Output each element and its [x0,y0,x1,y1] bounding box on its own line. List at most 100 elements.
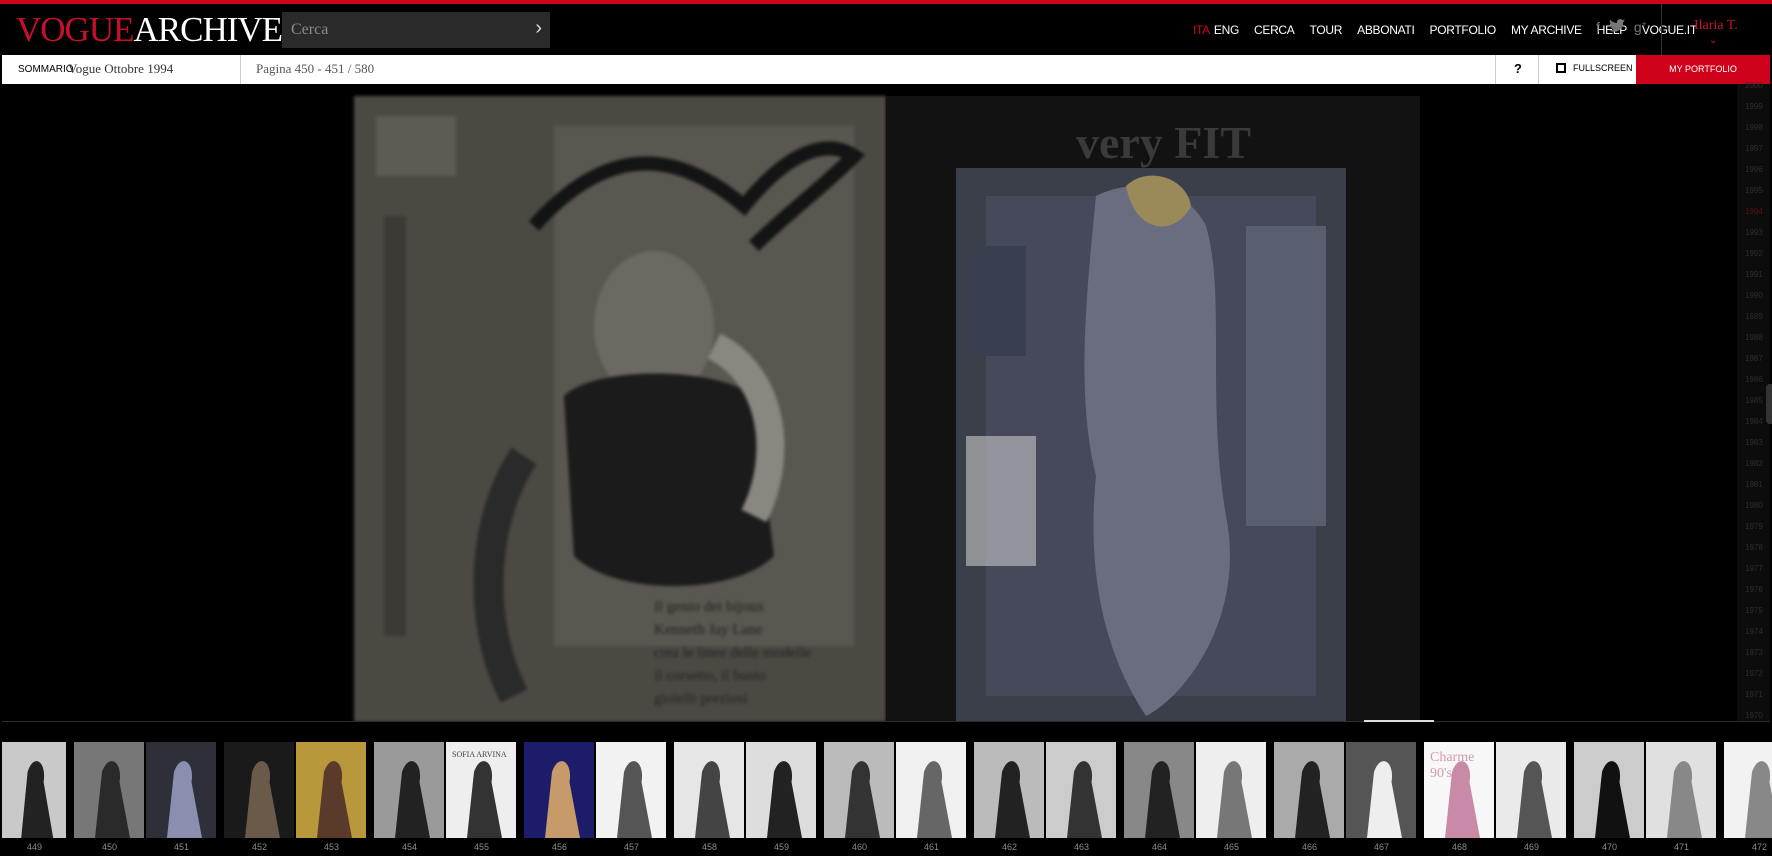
thumbnail-page-471[interactable] [1646,742,1716,838]
page-450[interactable]: Il genio dei bijoux Kenneth Jay Lane cre… [354,96,886,722]
year-1974[interactable]: 1974 [1745,627,1763,636]
thumbnail-label: 461 [924,842,940,852]
year-1990[interactable]: 1990 [1745,291,1763,300]
thumbnail-page-467[interactable] [1346,742,1416,838]
thumbnail-label: 456 [552,842,568,852]
thumbnail-page-451[interactable] [146,742,216,838]
year-1992[interactable]: 1992 [1745,249,1763,258]
thumbnail-page-454[interactable] [374,742,444,838]
thumbnail-page-465[interactable] [1196,742,1266,838]
nav-cerca[interactable]: CERCA [1254,23,1295,37]
year-1978[interactable]: 1978 [1745,543,1763,552]
thumbnail-page-449[interactable] [2,742,66,838]
page-451[interactable]: very FIT [886,96,1420,722]
thumbnail-page-456[interactable] [524,742,594,838]
year-1997[interactable]: 1997 [1745,144,1763,153]
thumbnail-image [1595,761,1630,838]
year-1998[interactable]: 1998 [1745,123,1763,132]
google-plus-icon[interactable]: g+ [1634,19,1646,35]
year-1973[interactable]: 1973 [1745,648,1763,657]
year-1970[interactable]: 1970 [1745,711,1763,720]
year-1987[interactable]: 1987 [1745,354,1763,363]
year-1980[interactable]: 1980 [1745,501,1763,510]
year-1972[interactable]: 1972 [1745,669,1763,678]
nav-tour[interactable]: TOUR [1310,23,1343,37]
header-divider [1661,4,1662,55]
caption-line: Il genio dei bijoux [654,599,765,615]
thumbnail-text: Charme 90's [1430,750,1475,781]
year-1991[interactable]: 1991 [1745,270,1763,279]
year-1985[interactable]: 1985 [1745,396,1763,405]
thumbnail-image [245,761,280,838]
social-links: f g+ [1596,19,1646,35]
thumbnail-label: 453 [324,842,340,852]
year-1989[interactable]: 1989 [1745,312,1763,321]
help-button[interactable]: ? [1514,61,1522,76]
year-1976[interactable]: 1976 [1745,585,1763,594]
search-submit-icon[interactable]: › [535,17,542,40]
thumbnail-label: 450 [102,842,118,852]
thumbnail-label: 454 [402,842,418,852]
thumbnail-page-460[interactable] [824,742,894,838]
thumbnail-page-466[interactable] [1274,742,1344,838]
sommario-button[interactable]: SOMMARIO [18,64,74,75]
year-1988[interactable]: 1988 [1745,333,1763,342]
thumbnail-page-472[interactable] [1724,742,1772,838]
year-1981[interactable]: 1981 [1745,480,1763,489]
thumbnail-image [1217,761,1252,838]
my-portfolio-button[interactable]: MY PORTFOLIO [1636,55,1770,84]
year-1995[interactable]: 1995 [1745,186,1763,195]
nav-eng[interactable]: ENG [1214,23,1239,37]
search-box[interactable]: Cerca › [282,12,550,48]
year-2000[interactable]: 2000 [1745,81,1763,90]
caption-line: il corsetto, il busto [654,668,766,684]
facebook-icon[interactable]: f [1596,19,1600,35]
thumbnail-page-469[interactable] [1496,742,1566,838]
thumbnail-page-455[interactable]: SOFIA ARVINA [446,742,516,838]
thumbnail-page-457[interactable] [596,742,666,838]
vogue-archive-logo[interactable]: VOGUEARCHIVE [16,10,283,50]
lang-ita[interactable]: ITA [1193,23,1210,37]
thumbnail-page-453[interactable] [296,742,366,838]
thumbnail-page-468[interactable]: Charme 90's [1424,742,1494,838]
thumbnail-page-464[interactable] [1124,742,1194,838]
thumbnail-page-470[interactable] [1574,742,1644,838]
thumbnail-image [695,761,730,838]
year-1977[interactable]: 1977 [1745,564,1763,573]
side-panel-tab[interactable] [1766,384,1772,424]
thumbnail-label: 457 [624,842,640,852]
chevron-down-icon[interactable]: ⌄ [1709,35,1717,46]
year-1971[interactable]: 1971 [1745,690,1763,699]
year-1996[interactable]: 1996 [1745,165,1763,174]
nav-vogue-it[interactable]: VOGUE.IT [1642,23,1697,37]
thumbnail-page-463[interactable] [1046,742,1116,838]
thumbnail-page-458[interactable] [674,742,744,838]
year-1993[interactable]: 1993 [1745,228,1763,237]
thumbnail-page-452[interactable] [224,742,294,838]
twitter-icon[interactable] [1608,19,1625,35]
year-1986[interactable]: 1986 [1745,375,1763,384]
thumbnail-label: 458 [702,842,718,852]
thumbnail-page-462[interactable] [974,742,1044,838]
thumbnail-label: 472 [1752,842,1768,852]
magazine-spread[interactable]: Il genio dei bijoux Kenneth Jay Lane cre… [2,84,1737,722]
thumbnail-label: 460 [852,842,868,852]
thumbnail-page-461[interactable] [896,742,966,838]
year-1994[interactable]: 1994 [1745,207,1763,216]
user-menu[interactable]: Ilaria T. [1694,18,1738,34]
nav-my-archive[interactable]: MY ARCHIVE [1511,23,1582,37]
thumbnail-page-459[interactable] [746,742,816,838]
nav-abbonati[interactable]: ABBONATI [1357,23,1415,37]
year-1979[interactable]: 1979 [1745,522,1763,531]
fullscreen-button[interactable]: FULLSCREEN [1556,63,1633,73]
year-1984[interactable]: 1984 [1745,417,1763,426]
year-1982[interactable]: 1982 [1745,459,1763,468]
thumbnail-page-450[interactable] [74,742,144,838]
thumbnail-image [617,761,652,838]
caption-line: gioielli preziosi [654,691,748,707]
search-input[interactable]: Cerca [291,21,328,39]
year-1983[interactable]: 1983 [1745,438,1763,447]
nav-portfolio[interactable]: PORTFOLIO [1430,23,1497,37]
year-1999[interactable]: 1999 [1745,102,1763,111]
year-1975[interactable]: 1975 [1745,606,1763,615]
